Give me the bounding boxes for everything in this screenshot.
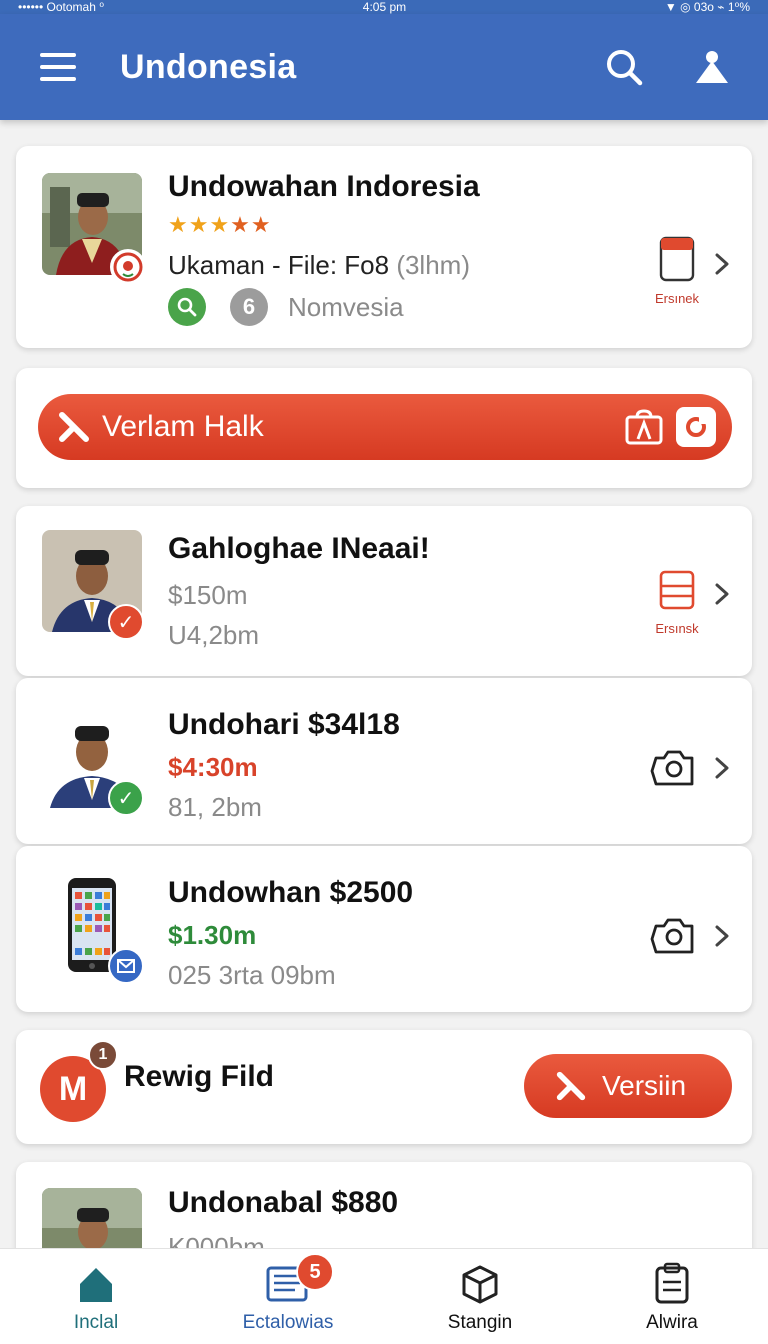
tab-label: Inclal xyxy=(73,1312,119,1333)
save-label: Ersınsk xyxy=(655,621,699,636)
check-badge-icon: ✓ xyxy=(108,604,144,640)
check-badge-icon: ✓ xyxy=(108,780,144,816)
save-action[interactable]: Ersınek xyxy=(652,236,702,306)
item-title: Gahloghae INeaai! xyxy=(168,532,430,565)
featured-subtitle: Ukaman - File: Fo8 (3lhm) xyxy=(168,250,470,281)
notification-badge: 1 xyxy=(88,1040,118,1070)
avatar xyxy=(42,173,146,285)
box-icon xyxy=(659,570,695,610)
save-label: Ersınek xyxy=(654,291,700,306)
box-icon xyxy=(462,1265,498,1304)
tab-account[interactable]: Alwira xyxy=(576,1249,768,1344)
item-price: $150m xyxy=(168,580,248,610)
item-meta: U4,2bm xyxy=(168,620,260,650)
feed[interactable]: Undowahan Indoresia ★★★★★ Ukaman - File:… xyxy=(0,120,768,1248)
item-meta: 025 3rta 09bm xyxy=(168,960,336,990)
chevron-right-icon[interactable] xyxy=(714,924,730,948)
chevron-right-icon[interactable] xyxy=(714,582,730,606)
search-icon[interactable] xyxy=(602,45,646,89)
promo-button-label: Versiin xyxy=(602,1070,687,1101)
bottom-nav: Inclal 5 Ectalowias Stangin Alwira xyxy=(0,1248,768,1344)
tab-label: Stangin xyxy=(447,1312,513,1333)
camera-icon[interactable] xyxy=(650,914,696,956)
status-time: 4:05 pm xyxy=(362,0,407,14)
status-bar: •••••• Ootomah ⁰ 4:05 pm ▼ ◎ 03o ⌁ 1⁰% xyxy=(0,0,768,14)
product-image xyxy=(42,874,144,984)
search-tag-icon[interactable] xyxy=(168,288,206,326)
home-icon xyxy=(80,1268,112,1302)
refresh-icon[interactable] xyxy=(676,407,716,447)
shop-icon[interactable] xyxy=(624,409,664,445)
item-title: Undowhan $2500 xyxy=(168,876,414,909)
primary-action-button[interactable]: Verlam Halk xyxy=(38,394,732,460)
action-card: Verlam Halk xyxy=(16,368,752,488)
tab-label: Ectalowias xyxy=(242,1312,334,1333)
item-title: Undonabal $880 xyxy=(168,1186,399,1219)
mail-badge-icon xyxy=(108,948,144,984)
promo-button[interactable]: Versiin xyxy=(524,1054,732,1118)
tab-badge: 5 xyxy=(296,1253,334,1291)
item-price: $1.30m xyxy=(168,920,257,950)
camera-icon[interactable] xyxy=(650,746,696,788)
tools-icon xyxy=(59,412,89,442)
tag-label: Nomvesia xyxy=(288,291,404,322)
item-price: $4:30m xyxy=(168,752,258,782)
brand-badge-icon xyxy=(110,249,146,285)
clipboard-icon xyxy=(655,1262,689,1304)
featured-subtitle-extra: (3lhm) xyxy=(396,250,470,280)
item-meta: 81, 2bm xyxy=(168,792,262,822)
tools-icon xyxy=(556,1071,586,1101)
status-right: ▼ ◎ 03o ⌁ 1⁰% xyxy=(664,0,750,14)
chevron-right-icon[interactable] xyxy=(714,756,730,780)
chevron-right-icon[interactable] xyxy=(714,252,730,276)
list-item[interactable]: Undonabal $880 K000bm xyxy=(16,1162,752,1248)
bookmark-icon xyxy=(659,236,695,282)
list-item[interactable]: ✓ Gahloghae INeaai! $150m U4,2bm Ersınsk xyxy=(16,506,752,676)
menu-icon[interactable] xyxy=(40,53,76,81)
item-title: Undohari $34l18 xyxy=(168,708,400,741)
tab-home[interactable]: Inclal xyxy=(0,1249,192,1344)
avatar: ✓ xyxy=(42,706,144,816)
featured-subtitle-text: Ukaman - File: Fo8 xyxy=(168,250,390,280)
save-action[interactable]: Ersınsk xyxy=(652,568,702,636)
list-item[interactable]: Undowhan $2500 $1.30m 025 3rta 09bm xyxy=(16,846,752,1012)
app-bar: Undonesia xyxy=(0,14,768,120)
avatar xyxy=(42,1188,142,1248)
avatar: ✓ xyxy=(42,530,144,640)
rating-stars: ★★★★★ xyxy=(168,212,272,237)
tag-row: 6 Nomvesia xyxy=(168,288,404,326)
primary-action-label: Verlam Halk xyxy=(102,410,264,443)
page-title: Undonesia xyxy=(120,47,297,86)
promo-card: M 1 Rewig Fild Versiin xyxy=(16,1030,752,1144)
item-price: K000bm xyxy=(168,1232,265,1248)
list-item[interactable]: ✓ Undohari $34l18 $4:30m 81, 2bm xyxy=(16,678,752,844)
tab-storage[interactable]: Stangin xyxy=(384,1249,576,1344)
featured-title[interactable]: Undowahan Indoresia xyxy=(168,170,480,204)
promo-title: Rewig Fild xyxy=(124,1060,274,1093)
profile-icon[interactable] xyxy=(690,45,734,89)
featured-card[interactable]: Undowahan Indoresia ★★★★★ Ukaman - File:… xyxy=(16,146,752,348)
tab-list[interactable]: 5 Ectalowias xyxy=(192,1249,384,1344)
status-left: •••••• Ootomah ⁰ xyxy=(18,0,105,14)
filter-tag-icon[interactable]: 6 xyxy=(230,288,268,326)
tab-label: Alwira xyxy=(646,1312,698,1333)
